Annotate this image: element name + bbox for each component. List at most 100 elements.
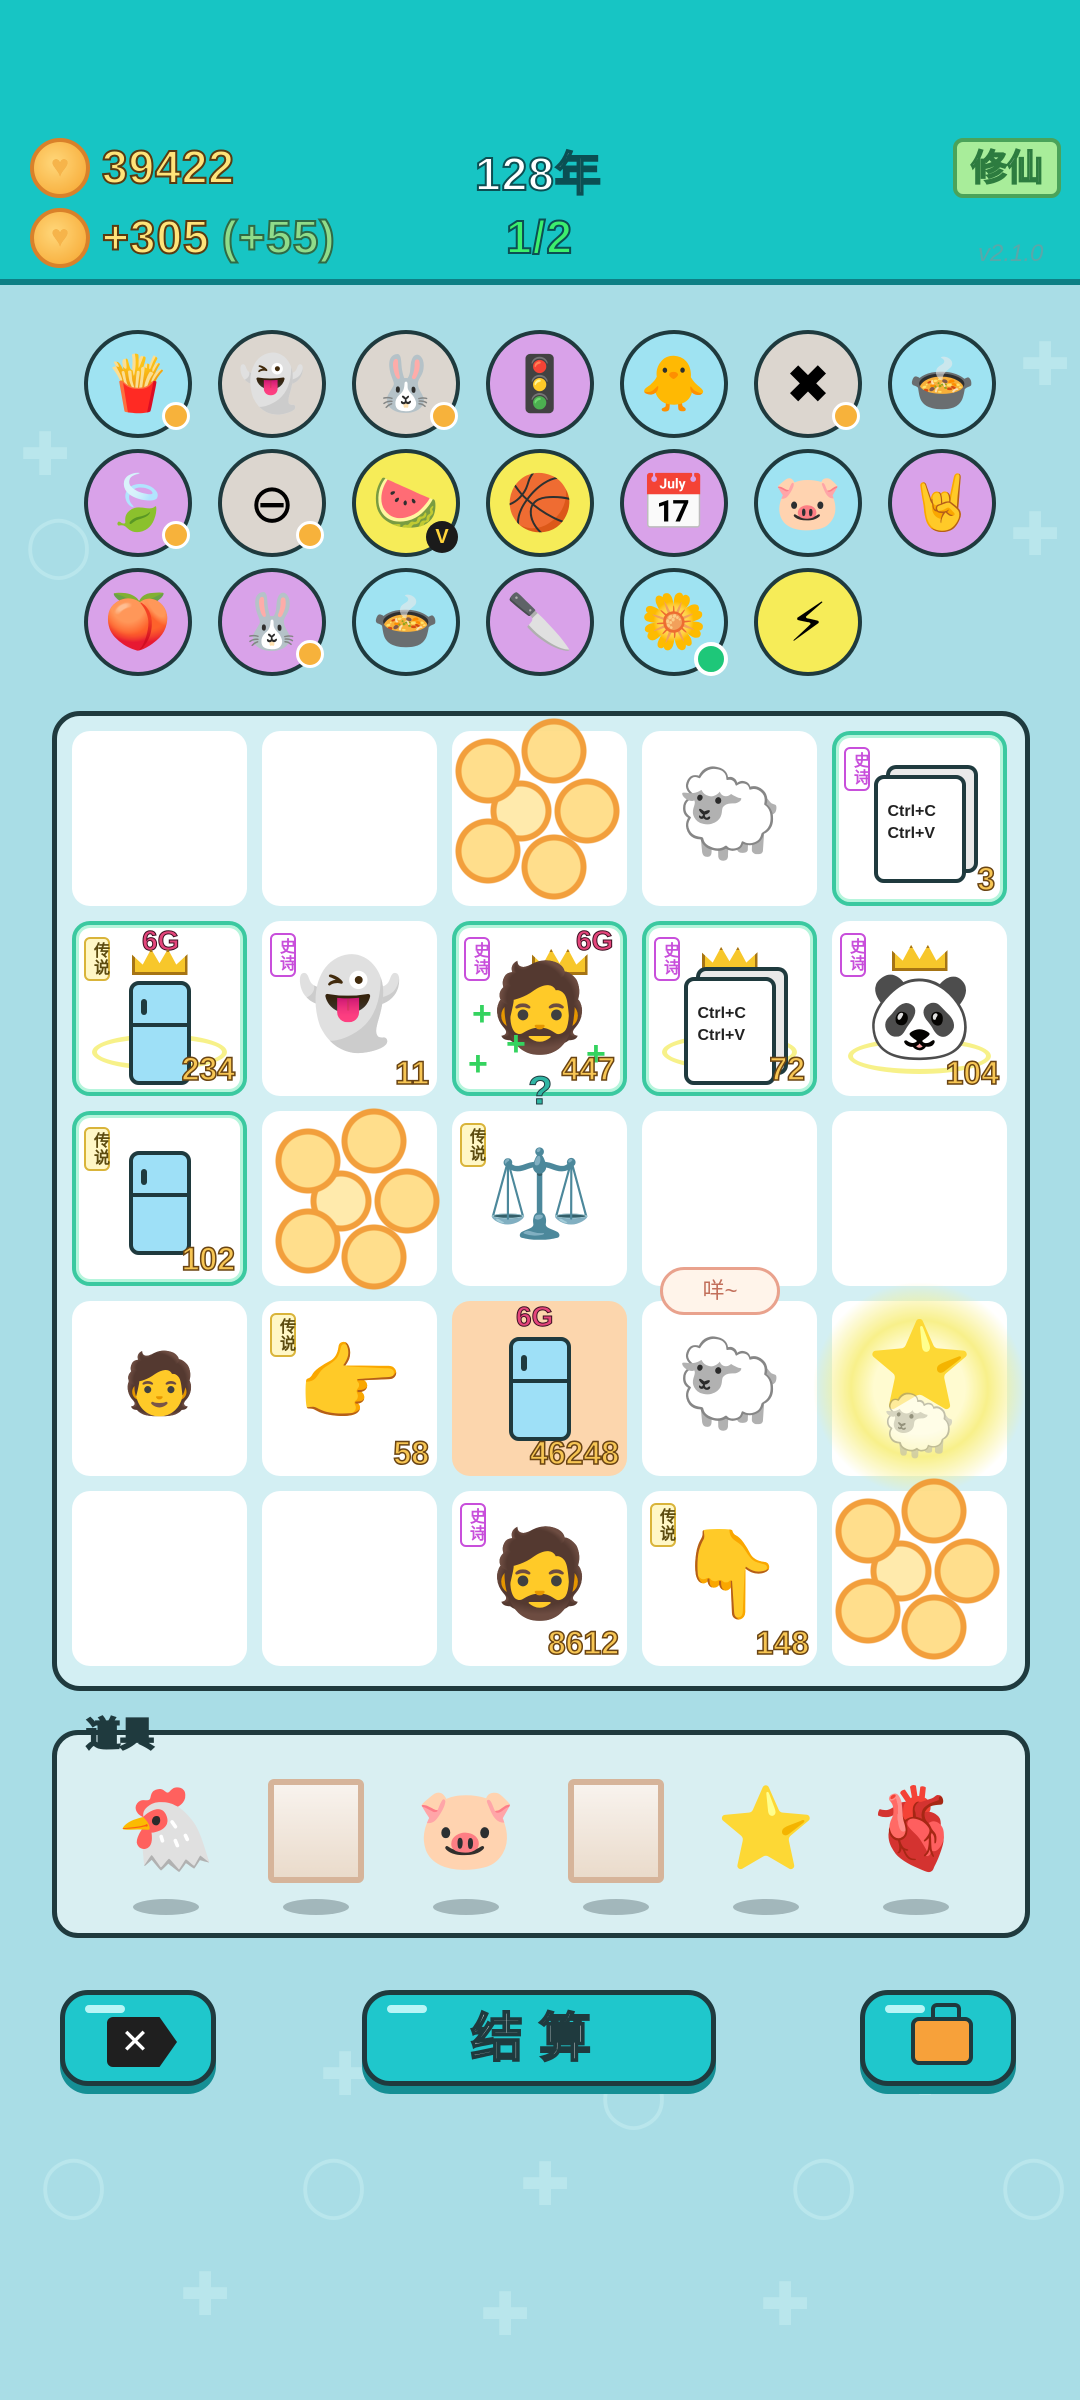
board-cell-4-1[interactable] [262,1491,437,1666]
board-cell-3-0[interactable]: 🧑 [72,1301,247,1476]
cell-value: 148 [755,1624,810,1662]
slot-board: 🐑 史诗 Ctrl+C Ctrl+V 3 传说 6G 234 史诗 👻 11 史… [52,711,1030,1691]
year-counter: 128年 [474,147,602,201]
man-face-small-icon: 🧑 [122,1350,197,1417]
board-cell-3-3[interactable]: 咩~ 🐑 [642,1267,817,1476]
basketballs-icon[interactable]: 🏀 [486,449,594,557]
item-empty-frame-2[interactable] [561,1775,671,1915]
board-cell-3-1[interactable]: 传说 👉 58 [262,1301,437,1476]
board-cell-4-0[interactable] [72,1491,247,1666]
minus-circle-icon[interactable]: ⊖ [218,449,326,557]
plus-effect-icon: + [506,1025,526,1063]
cell-value: 234 [181,1050,236,1088]
eyepatch-peach-icon[interactable]: 🍑 [84,568,192,676]
status-dot-icon [694,642,728,676]
item-chicken[interactable]: 🐔 [111,1775,221,1915]
board-cell-4-4[interactable] [802,1471,1022,1671]
board-cell-3-4[interactable]: ⭐ 🐑 [812,1281,1027,1496]
copy-paste-text: Ctrl+C Ctrl+V [697,1005,746,1044]
item-shadow [433,1899,499,1915]
fruit-basket-icon[interactable]: 🍉 V [352,449,460,557]
coin-bonus: (+55) [221,210,336,264]
cell-value: 58 [393,1434,430,1472]
item-piggy-bank[interactable]: 🐷 [411,1775,521,1915]
rock-hand-icon[interactable]: 🤘 [888,449,996,557]
cell-value: 102 [181,1240,236,1278]
remove-button[interactable]: ✕ [60,1990,216,2086]
settle-label: 结算 [470,2009,607,2069]
mini-coin-icon [162,521,190,549]
fridge-icon [128,1151,191,1255]
board-cell-0-0[interactable] [72,731,247,906]
board-cell-1-3[interactable]: 史诗 Ctrl+C Ctrl+V 72 [642,921,817,1096]
legend-tag: 传说 [84,1127,110,1171]
xiuxian-button[interactable]: 修仙 [953,138,1061,198]
board-cell-1-0[interactable]: 传说 6G 234 [72,921,247,1096]
epic-tag: 史诗 [844,747,870,791]
board-cell-2-0[interactable]: 传说 102 [72,1111,247,1286]
chick-egg-icon[interactable]: 🐥 [620,330,728,438]
legend-tag: 传说 [84,937,110,981]
bunny-icon-2[interactable]: 🐰 [218,568,326,676]
board-cell-0-4[interactable]: 史诗 Ctrl+C Ctrl+V 3 [832,731,1007,906]
board-cell-0-1[interactable] [262,731,437,906]
leaf-icon[interactable]: 🍃 [84,449,192,557]
cell-value: 46248 [529,1434,619,1472]
six-g-badge: 6G [515,1301,554,1333]
item-empty-frame-1[interactable] [261,1775,371,1915]
board-cell-3-2[interactable]: 6G 46248 [452,1301,627,1476]
item-shadow [283,1899,349,1915]
coin-income: +305 [101,210,210,264]
potted-flower-icon[interactable]: 🌼 [620,568,728,676]
cell-value: 104 [945,1054,1000,1092]
six-g-badge: 6G [141,925,180,957]
question-mark: ? [527,1069,553,1114]
item-liver[interactable]: 🫀 [861,1775,971,1915]
remove-tag-icon[interactable]: ✖ [754,330,862,438]
empty-frame-icon [268,1779,364,1883]
board-cell-0-2[interactable] [422,711,642,911]
cell-value: 11 [394,1054,429,1092]
piggy-bank-icon: 🐷 [416,1784,516,1873]
duck-pot-icon-2[interactable]: 🍲 [352,568,460,676]
calendar-icon[interactable]: 📅 [620,449,728,557]
board-cell-2-4[interactable] [832,1111,1007,1286]
duck-pot-icon[interactable]: 🍲 [888,330,996,438]
traffic-ghost-icon[interactable]: 🚦 [486,330,594,438]
speech-bubble: 咩~ [660,1267,780,1315]
top-status-bar: 39422 +305 (+55) 128年 1/2 修仙 v2.1.0 [0,0,1080,285]
crown-icon [701,947,758,973]
board-cell-4-3[interactable]: 传说 👇 148 [642,1491,817,1666]
item-shadow [883,1899,949,1915]
board-cell-2-2[interactable]: ? 传说 ⚖️ [452,1069,627,1286]
coin-icon [30,138,90,198]
v-badge-icon: V [426,521,458,553]
bunny-icon[interactable]: 🐰 [352,330,460,438]
settle-button[interactable]: 结算 [362,1990,716,2086]
board-cell-1-1[interactable]: 史诗 👻 11 [262,921,437,1096]
board-cell-2-1[interactable] [242,1101,462,1301]
cell-value: 8612 [547,1624,620,1662]
round-progress: 1/2 [505,210,573,264]
lightning-icon[interactable]: ⚡ [754,568,862,676]
board-cell-4-2[interactable]: 史诗 🧔 8612 [452,1491,627,1666]
plus-effect-icon: + [468,1045,488,1083]
liver-icon: 🫀 [866,1784,966,1873]
cell-value: 72 [769,1050,806,1088]
coin-income-icon [30,208,90,268]
board-cell-2-3[interactable] [642,1111,817,1286]
empty-frame-icon [568,1779,664,1883]
item-star[interactable]: ⭐ [711,1775,821,1915]
coin-burst-effect [802,1471,1022,1671]
piggy-bank-icon[interactable]: 🐷 [754,449,862,557]
board-cell-1-4[interactable]: 史诗 🐼 104 [832,921,1007,1096]
ghost-wink-icon[interactable]: 👻 [218,330,326,438]
cleaver-icon[interactable]: 🔪 [486,568,594,676]
briefcase-icon [911,2003,973,2065]
fries-icon[interactable]: 🍟 [84,330,192,438]
board-cell-0-3[interactable]: 🐑 [642,731,817,906]
coin-count: 39422 [101,140,235,194]
epic-tag: 史诗 [654,937,680,981]
coin-burst-effect [422,711,642,911]
bag-button[interactable] [860,1990,1016,2086]
